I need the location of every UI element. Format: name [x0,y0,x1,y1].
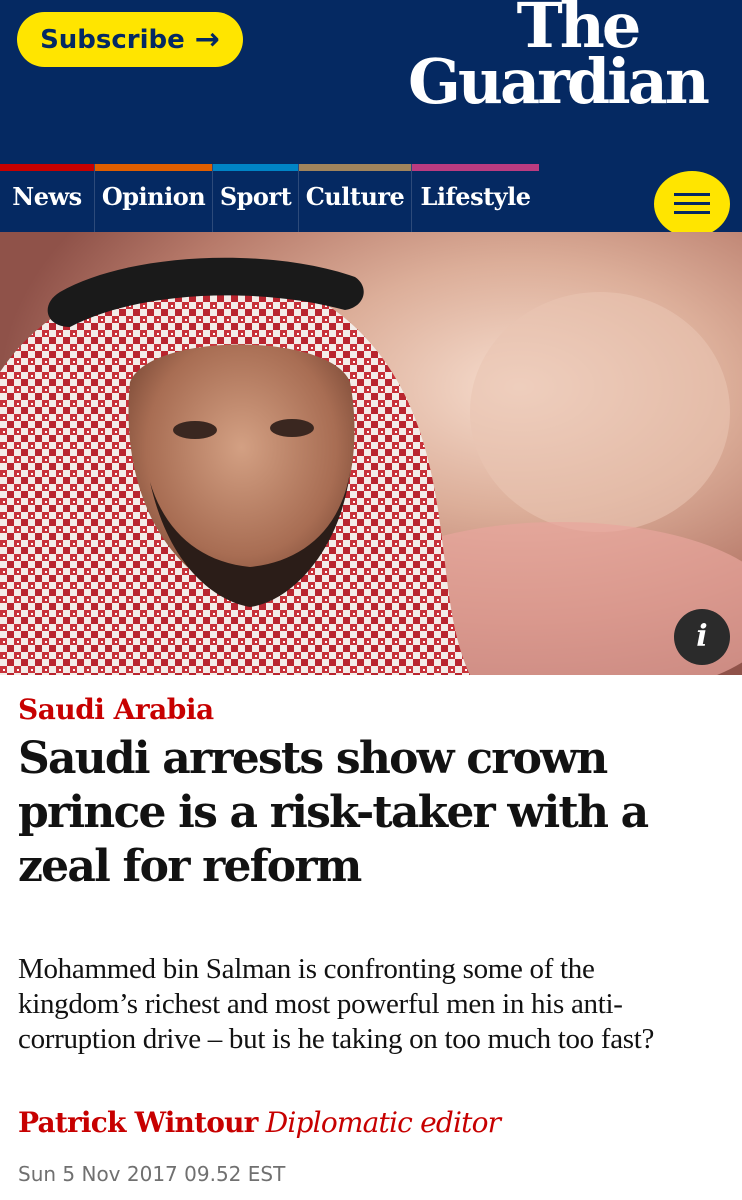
menu-bar-top [674,193,710,196]
pillar-culture-label: Culture [305,182,405,211]
pillar-news[interactable]: News [0,164,94,232]
author-name[interactable]: Patrick Wintour [18,1106,258,1139]
image-info-button[interactable]: i [674,609,730,665]
guardian-logo[interactable]: The Guardian [407,0,710,118]
pillar-news-label: News [12,182,82,211]
left-eye [173,421,217,439]
pillar-opinion-label: Opinion [101,182,206,211]
subscribe-label: Subscribe [40,24,185,55]
subscribe-button[interactable]: Subscribe → [17,12,243,67]
author-role: Diplomatic editor [265,1106,501,1139]
pillar-opinion-stripe [95,164,212,171]
pillar-culture[interactable]: Culture [298,164,411,232]
byline: Patrick Wintour Diplomatic editor [18,1106,501,1139]
pillar-lifestyle[interactable]: Lifestyle [411,164,539,232]
publish-date: Sun 5 Nov 2017 09.52 EST [18,1162,286,1186]
pillar-sport[interactable]: Sport [212,164,298,232]
pillar-lifestyle-stripe [412,164,539,171]
hero-photo-illustration [0,232,742,675]
article-headline: Saudi arrests show crown prince is a ris… [18,733,649,892]
menu-bar-bottom [674,211,710,214]
hamburger-menu-icon[interactable] [654,171,730,237]
article-standfirst: Mohammed bin Salman is confronting some … [18,953,655,1055]
hero-image [0,232,742,675]
right-eye [270,419,314,437]
logo-line-2: Guardian [407,45,710,118]
section-label[interactable]: Saudi Arabia [18,693,214,726]
site-header: Subscribe → The Guardian News Opinion Sp… [0,0,742,232]
pillar-news-stripe [0,164,94,171]
menu-bar-middle [674,202,710,205]
pillar-culture-stripe [299,164,411,171]
pillar-sport-label: Sport [219,182,292,211]
hero-blurred-figure [470,292,730,532]
pillar-navigation: News Opinion Sport Culture Lifestyle [0,164,742,232]
pillar-opinion[interactable]: Opinion [94,164,212,232]
pillar-sport-stripe [213,164,298,171]
arrow-right-icon: → [194,21,220,57]
pillar-lifestyle-label: Lifestyle [420,182,531,211]
info-icon: i [696,619,708,654]
